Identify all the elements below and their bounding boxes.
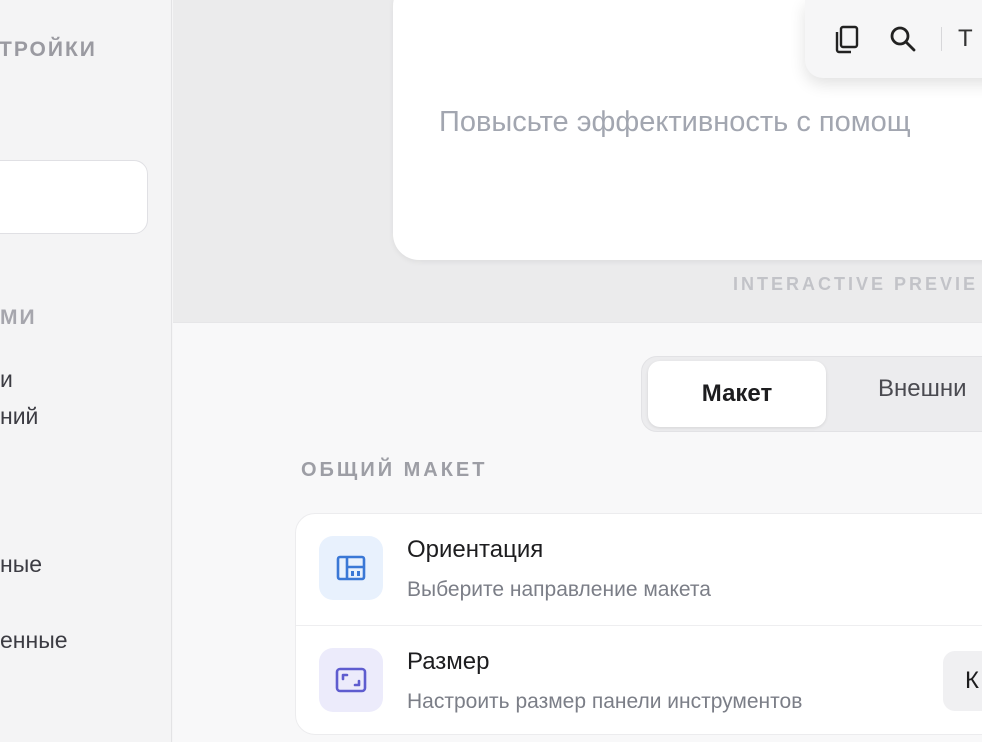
search-icon[interactable] (885, 21, 921, 57)
sidebar-heading: ТРОЙКИ (0, 38, 97, 61)
text-format-icon[interactable]: T (958, 25, 973, 53)
sidebar-search-field[interactable] (0, 160, 148, 234)
row-title: Размер (407, 648, 490, 675)
floating-toolbar: T (805, 0, 982, 78)
row-subtitle: Выберите направление макета (407, 578, 711, 601)
sidebar-item[interactable]: ные (0, 546, 42, 582)
sidebar-item[interactable]: и (0, 361, 13, 397)
settings-card: Ориентация Выберите направление макета Р… (295, 513, 982, 735)
row-subtitle: Настроить размер панели инструментов (407, 690, 803, 713)
setting-row-orientation[interactable]: Ориентация Выберите направление макета (296, 514, 982, 625)
sidebar-item[interactable]: енные (0, 622, 68, 658)
preview-area: Повысьте эффективность с помощ T INTERAC… (173, 0, 982, 322)
section-title: ОБЩИЙ МАКЕТ (301, 459, 488, 481)
preview-caption: INTERACTIVE PREVIE (733, 274, 979, 294)
tab-appearance[interactable]: Внешни (878, 375, 967, 403)
toolbar-separator (941, 27, 942, 51)
row-title: Ориентация (407, 536, 544, 563)
setting-row-size[interactable]: Размер Настроить размер панели инструмен… (296, 625, 982, 734)
app-window: ТРОЙКИ МИ и ний ные енные Повысьте эффек… (0, 0, 982, 742)
sidebar-item[interactable]: ний (0, 398, 38, 434)
settings-panel: Макет Внешни ОБЩИЙ МАКЕТ Ориентация Выбе… (173, 322, 982, 742)
tab-layout[interactable]: Макет (648, 361, 826, 427)
sidebar: ТРОЙКИ МИ и ний ные енные (0, 0, 172, 742)
size-select-button[interactable]: К (943, 651, 982, 711)
layout-icon (319, 536, 383, 600)
resize-icon (319, 648, 383, 712)
segmented-control: Макет Внешни (641, 356, 982, 432)
sidebar-section-heading: МИ (0, 306, 37, 329)
preview-placeholder-text: Повысьте эффективность с помощ (439, 106, 911, 138)
copy-icon[interactable] (829, 21, 865, 57)
